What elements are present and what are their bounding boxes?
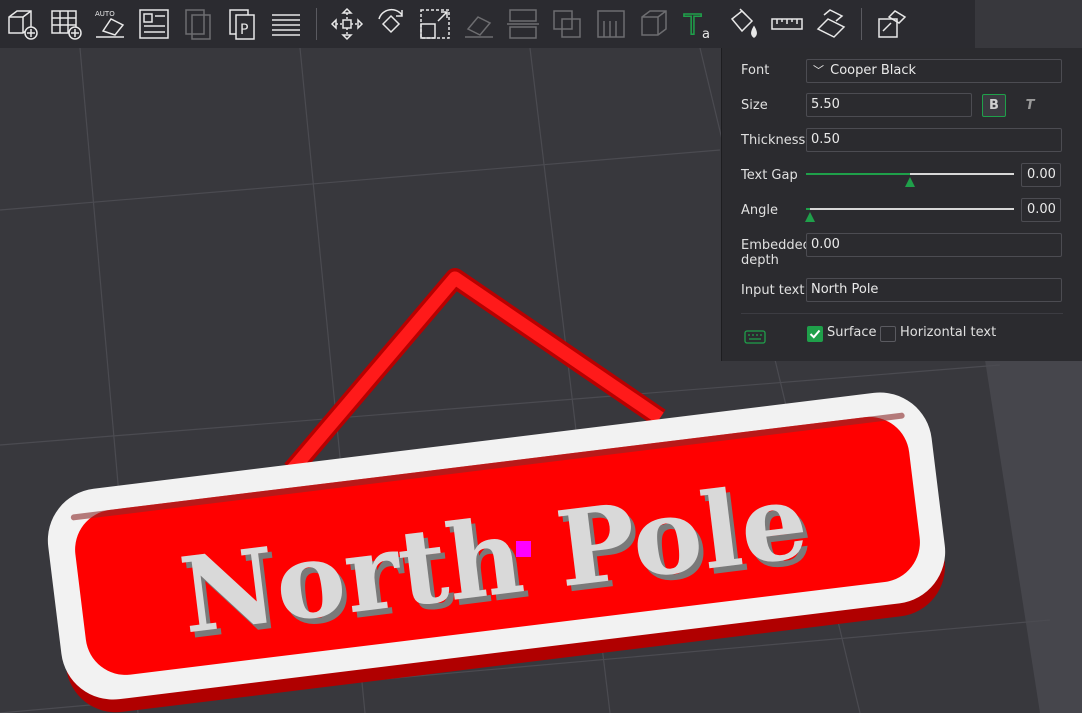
toolbar-divider xyxy=(861,8,862,40)
auto-orient-icon: AUTO xyxy=(95,10,125,38)
surface-label: Surface xyxy=(827,325,877,340)
add-object-icon xyxy=(8,10,38,40)
thickness-label: Thickness xyxy=(741,133,806,148)
input-text-field[interactable]: North Pole xyxy=(806,278,1062,302)
rotate-icon xyxy=(378,8,403,34)
chevron-down-icon: ﹀ xyxy=(813,64,824,77)
add-object-button[interactable] xyxy=(3,4,41,44)
paste-icon: P xyxy=(229,9,255,40)
add-plate-button[interactable] xyxy=(47,4,85,44)
svg-text:T: T xyxy=(683,8,702,41)
cut-icon xyxy=(507,9,539,39)
text-gap-label: Text Gap xyxy=(741,168,798,183)
angle-input[interactable]: 0.00 xyxy=(1021,198,1061,222)
copy-button[interactable] xyxy=(179,4,217,44)
seam-paint-button[interactable] xyxy=(636,4,674,44)
thickness-input[interactable]: 0.50 xyxy=(806,128,1062,152)
input-text-label: Input text xyxy=(741,283,805,298)
italic-toggle[interactable]: T xyxy=(1018,94,1042,117)
lay-on-face-icon xyxy=(465,16,493,38)
text-gap-slider[interactable] xyxy=(806,164,1014,188)
color-paint-icon xyxy=(730,8,757,38)
horizontal-text-label: Horizontal text xyxy=(900,325,997,340)
auto-orient-button[interactable]: AUTO xyxy=(91,4,129,44)
text-tool-icon: T a xyxy=(682,7,710,41)
split-button[interactable] xyxy=(873,4,911,44)
svg-text:AUTO: AUTO xyxy=(95,10,115,18)
cursor-marker xyxy=(516,541,531,557)
copy-icon xyxy=(185,9,211,40)
seam-paint-icon xyxy=(641,10,667,36)
main-toolbar: AUTO P T a xyxy=(0,0,975,48)
angle-slider[interactable] xyxy=(805,199,1014,223)
checkmark-icon xyxy=(809,329,821,339)
angle-label: Angle xyxy=(741,203,778,218)
bold-toggle[interactable]: B xyxy=(982,94,1006,117)
embedded-depth-label-line2: depth xyxy=(741,253,779,268)
layers-list-button[interactable] xyxy=(267,4,305,44)
move-button[interactable] xyxy=(328,4,366,44)
text-tool-panel: Font ﹀ Cooper Black Size 5.50 B T Thickn… xyxy=(721,48,1082,361)
horizontal-text-checkbox[interactable] xyxy=(880,326,896,342)
embedded-depth-input[interactable]: 0.00 xyxy=(806,233,1062,257)
measure-icon xyxy=(771,18,803,30)
add-plate-icon xyxy=(51,10,82,40)
surface-checkbox[interactable] xyxy=(807,326,823,342)
svg-text:P: P xyxy=(240,22,248,38)
size-input[interactable]: 5.50 xyxy=(806,93,972,117)
text-tool-button[interactable]: T a xyxy=(680,4,718,44)
move-icon xyxy=(330,7,364,41)
slider-thumb[interactable] xyxy=(905,177,915,187)
font-select[interactable]: ﹀ Cooper Black xyxy=(806,59,1062,83)
keyboard-icon[interactable] xyxy=(744,330,766,344)
lay-on-face-button[interactable] xyxy=(460,4,498,44)
support-paint-button[interactable] xyxy=(592,4,630,44)
size-label: Size xyxy=(741,98,768,113)
svg-text:a: a xyxy=(702,27,710,41)
boolean-button[interactable] xyxy=(548,4,586,44)
slider-thumb[interactable] xyxy=(805,212,815,222)
boolean-icon xyxy=(553,10,581,38)
toolbar-empty-area xyxy=(975,0,1082,48)
rotate-button[interactable] xyxy=(372,4,410,44)
color-paint-button[interactable] xyxy=(724,4,762,44)
embedded-depth-label-line1: Embedded xyxy=(741,238,811,253)
toolbar-divider xyxy=(316,8,317,40)
split-icon xyxy=(878,10,907,38)
text-gap-input[interactable]: 0.00 xyxy=(1021,163,1061,187)
arrange-button[interactable] xyxy=(135,4,173,44)
scale-icon xyxy=(420,9,450,39)
measure-button[interactable] xyxy=(768,4,806,44)
font-select-value: Cooper Black xyxy=(830,63,917,78)
paste-button[interactable]: P xyxy=(223,4,261,44)
scale-button[interactable] xyxy=(416,4,454,44)
arrange-icon xyxy=(139,9,169,39)
layers-list-icon xyxy=(272,14,300,36)
font-label: Font xyxy=(741,63,770,78)
support-paint-icon xyxy=(597,10,625,38)
panel-divider xyxy=(741,313,1063,314)
assembly-icon xyxy=(816,9,846,38)
assembly-button[interactable] xyxy=(812,4,850,44)
cut-button[interactable] xyxy=(504,4,542,44)
